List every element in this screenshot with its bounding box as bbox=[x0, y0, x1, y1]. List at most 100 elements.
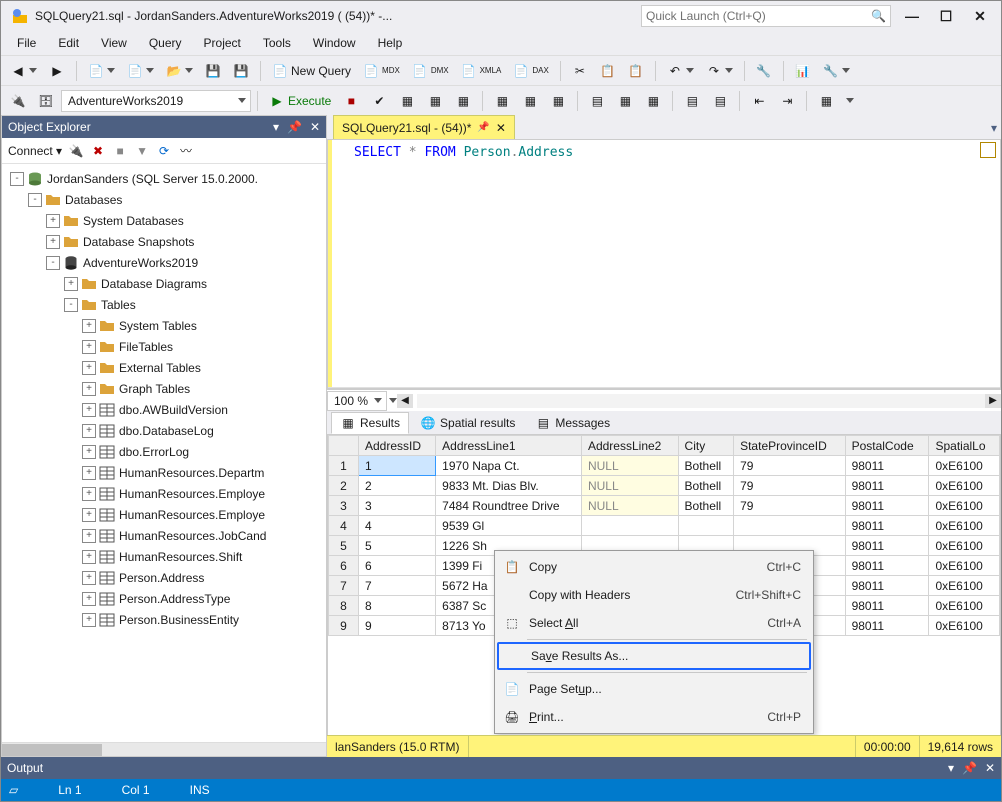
table-cell[interactable]: 4 bbox=[329, 516, 359, 536]
output-close-icon[interactable]: ✕ bbox=[985, 761, 995, 775]
connect-button[interactable]: Connect ▾ bbox=[8, 144, 62, 158]
disconnect-icon[interactable]: ✖ bbox=[90, 143, 106, 159]
tree-node[interactable]: +FileTables bbox=[2, 336, 326, 357]
table-cell[interactable]: 1970 Napa Ct. bbox=[436, 456, 582, 476]
tree-node[interactable]: +Database Snapshots bbox=[2, 231, 326, 252]
table-cell[interactable]: 98011 bbox=[845, 576, 929, 596]
tree-node[interactable]: +dbo.AWBuildVersion bbox=[2, 399, 326, 420]
comment-button[interactable]: ▤ bbox=[679, 89, 705, 113]
expand-icon[interactable]: + bbox=[82, 550, 96, 564]
tree-node[interactable]: +Person.AddressType bbox=[2, 588, 326, 609]
search-icon[interactable]: 🔍 bbox=[871, 9, 886, 23]
table-cell[interactable]: 79 bbox=[734, 496, 845, 516]
table-cell[interactable]: 9 bbox=[329, 616, 359, 636]
toolbar-overflow[interactable] bbox=[841, 94, 859, 107]
include-client-stats-button[interactable]: ▦ bbox=[545, 89, 571, 113]
table-cell[interactable]: 0xE6100 bbox=[929, 536, 1000, 556]
table-cell[interactable]: 7 bbox=[359, 576, 436, 596]
output-pin-icon[interactable]: 📌 bbox=[962, 761, 977, 775]
table-cell[interactable]: 79 bbox=[734, 456, 845, 476]
table-cell[interactable] bbox=[734, 516, 845, 536]
mdx-query-button[interactable]: 📄MDX bbox=[358, 59, 405, 83]
table-cell[interactable]: 98011 bbox=[845, 596, 929, 616]
table-cell[interactable]: 0xE6100 bbox=[929, 556, 1000, 576]
menu-view[interactable]: View bbox=[91, 33, 137, 53]
copy-button[interactable]: 📋 bbox=[595, 59, 621, 83]
column-header[interactable]: AddressLine1 bbox=[436, 436, 582, 456]
tree-node[interactable]: +External Tables bbox=[2, 357, 326, 378]
properties-button[interactable]: 🔧 bbox=[751, 59, 777, 83]
table-cell[interactable]: 0xE6100 bbox=[929, 456, 1000, 476]
new-query-button[interactable]: 📄New Query bbox=[267, 59, 356, 83]
menu-project[interactable]: Project bbox=[194, 33, 251, 53]
table-cell[interactable]: 98011 bbox=[845, 476, 929, 496]
expand-icon[interactable]: - bbox=[28, 193, 42, 207]
table-cell[interactable]: NULL bbox=[581, 496, 678, 516]
expand-icon[interactable]: + bbox=[82, 445, 96, 459]
tab-close-icon[interactable]: ✕ bbox=[496, 121, 506, 135]
increase-indent-button[interactable]: ⇥ bbox=[774, 89, 800, 113]
specify-values-button[interactable]: ▦ bbox=[813, 89, 839, 113]
table-cell[interactable]: 3 bbox=[329, 496, 359, 516]
column-header[interactable]: StateProvinceID bbox=[734, 436, 845, 456]
table-cell[interactable]: 1 bbox=[329, 456, 359, 476]
cut-button[interactable]: ✂ bbox=[567, 59, 593, 83]
table-cell[interactable]: 2 bbox=[329, 476, 359, 496]
new-project-button[interactable]: 📄 bbox=[83, 59, 120, 83]
change-connection-button[interactable]: 🔌 bbox=[5, 89, 31, 113]
cancel-query-button[interactable]: ■ bbox=[338, 89, 364, 113]
menu-query[interactable]: Query bbox=[139, 33, 192, 53]
menu-edit[interactable]: Edit bbox=[48, 33, 89, 53]
column-header[interactable]: AddressID bbox=[359, 436, 436, 456]
tree-node[interactable]: -Databases bbox=[2, 189, 326, 210]
ctx-copy[interactable]: 📋 CopyCtrl+C bbox=[497, 553, 811, 581]
table-cell[interactable] bbox=[581, 516, 678, 536]
table-cell[interactable]: 5 bbox=[359, 536, 436, 556]
ctx-select-all[interactable]: ⬚ Select All Ctrl+A bbox=[497, 609, 811, 637]
redo-button[interactable]: ↷ bbox=[701, 59, 738, 83]
table-cell[interactable]: 5 bbox=[329, 536, 359, 556]
table-cell[interactable]: 2 bbox=[359, 476, 436, 496]
output-panel-header[interactable]: Output ▾ 📌 ✕ bbox=[1, 757, 1001, 779]
maximize-button[interactable]: ☐ bbox=[937, 7, 955, 25]
expand-icon[interactable]: + bbox=[82, 487, 96, 501]
panel-menu-icon[interactable]: ▾ bbox=[273, 120, 279, 134]
editor-horizontal-scrollbar[interactable] bbox=[417, 394, 985, 408]
table-cell[interactable]: 9539 Gl bbox=[436, 516, 582, 536]
dmx-query-button[interactable]: 📄DMX bbox=[407, 59, 454, 83]
table-cell[interactable]: 8 bbox=[359, 596, 436, 616]
expand-icon[interactable]: + bbox=[82, 382, 96, 396]
tree-node[interactable]: +Person.BusinessEntity bbox=[2, 609, 326, 630]
pin-icon[interactable]: 📌 bbox=[477, 122, 489, 133]
table-cell[interactable]: 9833 Mt. Dias Blv. bbox=[436, 476, 582, 496]
parse-button[interactable]: ✔ bbox=[366, 89, 392, 113]
menu-window[interactable]: Window bbox=[303, 33, 366, 53]
tree-node[interactable]: +Person.Address bbox=[2, 567, 326, 588]
nav-back-button[interactable]: ◀ bbox=[5, 59, 42, 83]
tree-node[interactable]: -AdventureWorks2019 bbox=[2, 252, 326, 273]
expand-icon[interactable]: + bbox=[46, 235, 60, 249]
available-databases-icon[interactable]: 🗄 bbox=[33, 89, 59, 113]
tabs-overflow-icon[interactable]: ▾ bbox=[987, 117, 1001, 139]
save-button[interactable]: 💾 bbox=[200, 59, 226, 83]
tree-node[interactable]: +HumanResources.Employe bbox=[2, 483, 326, 504]
table-cell[interactable]: 98011 bbox=[845, 556, 929, 576]
table-cell[interactable]: 8 bbox=[329, 596, 359, 616]
execute-button[interactable]: ▶Execute bbox=[264, 89, 336, 113]
ctx-save-results-as[interactable]: Save Results As... bbox=[497, 642, 811, 670]
tree-node[interactable]: +Database Diagrams bbox=[2, 273, 326, 294]
sql-editor[interactable]: SELECT * FROM Person.Address bbox=[327, 139, 1001, 389]
table-cell[interactable]: 98011 bbox=[845, 516, 929, 536]
uncomment-button[interactable]: ▤ bbox=[707, 89, 733, 113]
spatial-results-tab[interactable]: 🌐Spatial results bbox=[411, 412, 524, 434]
expand-icon[interactable]: + bbox=[82, 592, 96, 606]
table-cell[interactable]: 0xE6100 bbox=[929, 616, 1000, 636]
table-cell[interactable]: 1 bbox=[359, 456, 436, 476]
table-cell[interactable] bbox=[678, 516, 734, 536]
expand-icon[interactable]: + bbox=[82, 340, 96, 354]
table-cell[interactable]: 6 bbox=[329, 556, 359, 576]
object-explorer-tree[interactable]: -JordanSanders (SQL Server 15.0.2000.-Da… bbox=[2, 164, 326, 742]
table-cell[interactable]: 0xE6100 bbox=[929, 596, 1000, 616]
xmla-query-button[interactable]: 📄XMLA bbox=[456, 59, 507, 83]
refresh-icon[interactable]: ⟳ bbox=[156, 143, 172, 159]
